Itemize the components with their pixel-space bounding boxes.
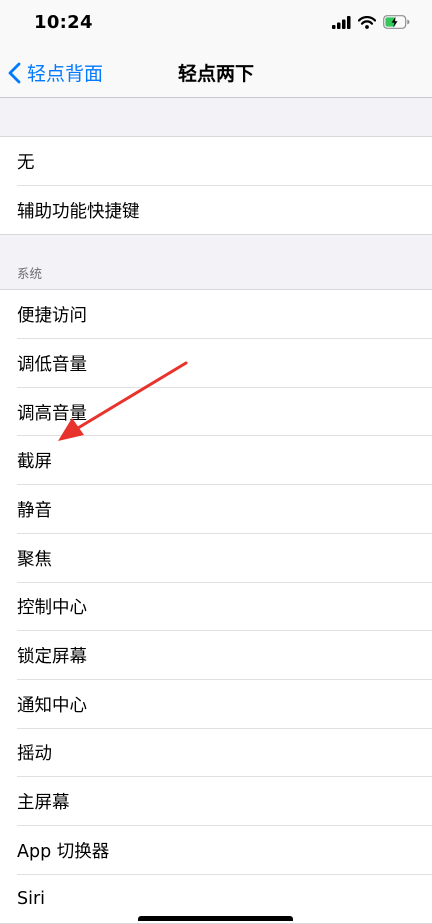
list-item-label: 聚焦: [17, 549, 52, 570]
list-item-label: 截屏: [17, 452, 52, 473]
list-item-label: 便捷访问: [17, 306, 87, 327]
list-item-volume-down[interactable]: 调低音量: [0, 339, 432, 388]
list-item-label: 无: [17, 152, 35, 173]
list-item-screenshot[interactable]: 截屏: [0, 436, 432, 485]
list-item-reachability[interactable]: 便捷访问: [0, 290, 432, 339]
list-item-volume-up[interactable]: 调高音量: [0, 388, 432, 437]
list-item-label: 控制中心: [17, 598, 87, 619]
status-time: 10:24: [34, 12, 93, 33]
list-item-shake[interactable]: 摇动: [0, 729, 432, 778]
list-item-label: 锁定屏幕: [17, 647, 87, 668]
status-bar: 10:24: [0, 0, 432, 46]
home-indicator: [138, 916, 293, 921]
system-group: 便捷访问 调低音量 调高音量 截屏 静音 聚焦 控制中心 锁定屏幕 通知中心 摇…: [0, 289, 432, 924]
list-item-label: 通知中心: [17, 695, 87, 716]
section-header-label: 系统: [17, 266, 43, 282]
list-item-label: 调高音量: [17, 403, 87, 424]
list-item-none[interactable]: 无: [0, 137, 432, 186]
list-item-mute[interactable]: 静音: [0, 485, 432, 534]
page-title: 轻点两下: [177, 63, 254, 85]
signal-icon: [332, 14, 351, 33]
list-item-label: 主屏幕: [17, 793, 70, 814]
list-item-label: 静音: [17, 500, 52, 521]
wifi-icon: [357, 14, 377, 33]
list-item-app-switcher[interactable]: App 切换器: [0, 826, 432, 875]
navigation-bar: 轻点背面 轻点两下: [0, 46, 432, 98]
status-icons: [332, 14, 410, 33]
list-item-focus[interactable]: 聚焦: [0, 534, 432, 583]
list-item-label: App 切换器: [17, 841, 110, 862]
list-item-control-center[interactable]: 控制中心: [0, 583, 432, 632]
list-item-label: 辅助功能快捷键: [17, 201, 140, 222]
battery-charging-icon: [383, 14, 410, 33]
list-item-label: 调低音量: [17, 354, 87, 375]
list-item-home-screen[interactable]: 主屏幕: [0, 777, 432, 826]
list-item-label: Siri: [17, 888, 46, 909]
list-item-lock-screen[interactable]: 锁定屏幕: [0, 631, 432, 680]
list-item-notification-center[interactable]: 通知中心: [0, 680, 432, 729]
action-group: 无 辅助功能快捷键: [0, 136, 432, 236]
list-item-accessibility-shortcut[interactable]: 辅助功能快捷键: [0, 186, 432, 235]
section-header-system: 系统: [0, 235, 432, 289]
list-item-label: 摇动: [17, 744, 52, 765]
